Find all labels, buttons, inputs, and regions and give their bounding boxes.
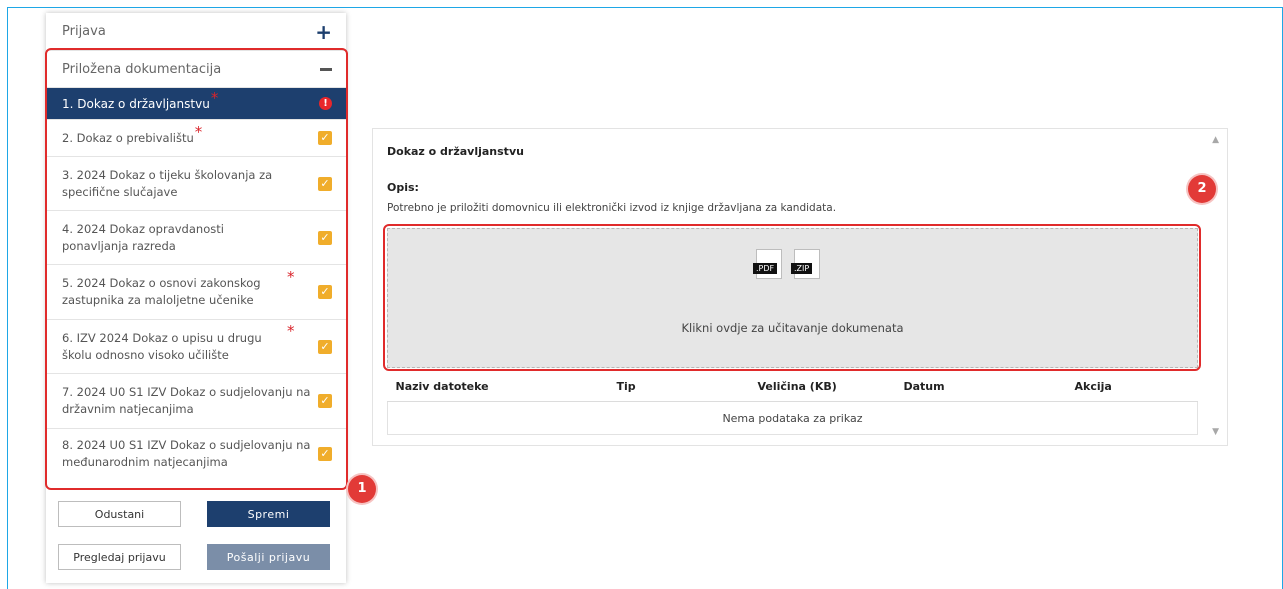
callout-badge-1: 1 [348,475,376,503]
table-row: Nema podataka za prikaz [387,401,1198,435]
section-prijava[interactable]: Prijava + [46,13,346,51]
highlight-box-documents [45,48,348,490]
empty-table-message: Nema podataka za prikaz [387,401,1198,435]
column-header[interactable]: Tip [608,371,750,402]
preview-application-button[interactable]: Pregledaj prijavu [58,544,181,570]
cancel-button[interactable]: Odustani [58,501,181,527]
table-header-row: Naziv datoteke Tip Veličina (KB) Datum A… [387,371,1198,402]
scroll-down-arrow-icon[interactable]: ▼ [1212,427,1219,437]
frame-top-border [7,7,1283,8]
section-prijava-label: Prijava [62,24,106,39]
files-table: Naziv datoteke Tip Veličina (KB) Datum A… [387,371,1198,435]
column-header[interactable]: Veličina (KB) [749,371,896,402]
submit-application-button[interactable]: Pošalji prijavu [207,544,330,570]
callout-badge-2: 2 [1188,175,1216,203]
highlight-box-upload [383,224,1201,371]
panel-title: Dokaz o državljanstvu [387,145,524,158]
column-header[interactable]: Naziv datoteke [387,371,609,402]
scroll-up-arrow-icon[interactable]: ▲ [1212,135,1219,145]
description-label: Opis: [387,181,419,194]
column-header[interactable]: Akcija [1066,371,1198,402]
description-text: Potrebno je priložiti domovnicu ili elek… [387,202,837,214]
expand-plus-icon[interactable]: + [315,22,332,42]
save-button[interactable]: Spremi [207,501,330,527]
frame-left-border [7,7,8,589]
column-header[interactable]: Datum [895,371,1067,402]
